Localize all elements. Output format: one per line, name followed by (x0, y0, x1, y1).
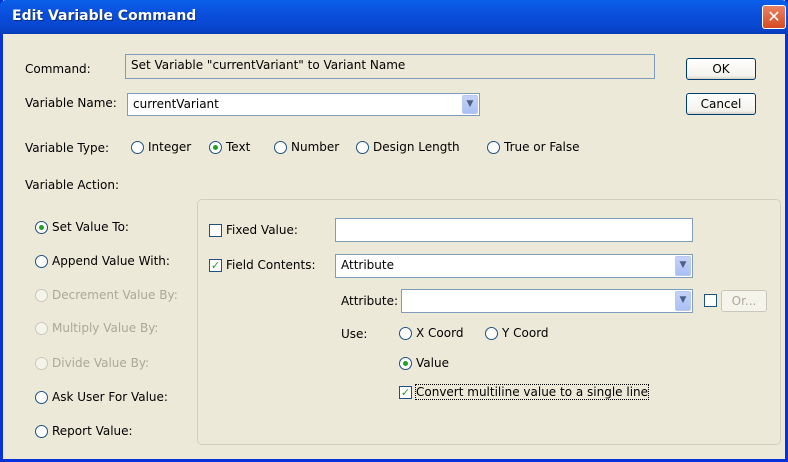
radio-divide-value: Divide Value By: (35, 356, 149, 370)
fixed-value-checkbox[interactable]: Fixed Value: (209, 223, 298, 237)
variable-type-label: Variable Type: (25, 141, 110, 155)
command-label: Command: (25, 62, 91, 76)
radio-value[interactable]: Value (399, 356, 449, 370)
convert-multiline-checkbox[interactable]: ✓ Convert multiline value to a single lin… (399, 384, 650, 400)
radio-x-coord[interactable]: X Coord (399, 326, 463, 340)
radio-multiply-value: Multiply Value By: (35, 321, 158, 335)
window-title: Edit Variable Command (12, 8, 197, 24)
checkmark-icon: ✓ (399, 385, 412, 399)
chevron-down-icon[interactable]: ▼ (675, 291, 691, 311)
edit-variable-dialog: Edit Variable Command ✕ Command: Set Var… (0, 0, 788, 462)
variable-name-value: currentVariant (133, 97, 219, 111)
variable-action-label: Variable Action: (25, 178, 120, 192)
radio-number[interactable]: Number (274, 140, 339, 154)
field-contents-select[interactable]: Attribute ▼ (335, 254, 693, 278)
ok-button[interactable]: OK (686, 58, 756, 80)
radio-true-or-false[interactable]: True or False (487, 140, 580, 154)
radio-text[interactable]: Text (209, 140, 250, 154)
title-bar[interactable]: Edit Variable Command ✕ (0, 0, 788, 34)
variable-name-combobox[interactable]: currentVariant ▼ (127, 93, 480, 116)
attribute-label: Attribute: (341, 294, 399, 308)
radio-report-value[interactable]: Report Value: (35, 424, 133, 438)
variable-name-label: Variable Name: (25, 96, 117, 110)
checkmark-icon: ✓ (209, 258, 222, 272)
chevron-down-icon[interactable]: ▼ (675, 256, 691, 276)
attribute-or-checkbox[interactable] (704, 294, 717, 307)
radio-design-length[interactable]: Design Length (356, 140, 460, 154)
cancel-button[interactable]: Cancel (686, 93, 756, 115)
or-button: Or... (721, 290, 767, 312)
chevron-down-icon[interactable]: ▼ (462, 95, 478, 114)
radio-append-value[interactable]: Append Value With: (35, 254, 170, 268)
radio-decrement-value: Decrement Value By: (35, 288, 178, 302)
use-label: Use: (341, 327, 368, 341)
field-contents-checkbox[interactable]: ✓ Field Contents: (209, 258, 316, 272)
command-field: Set Variable "currentVariant" to Variant… (125, 54, 655, 79)
radio-ask-user[interactable]: Ask User For Value: (35, 390, 168, 404)
attribute-select[interactable]: ▼ (401, 289, 693, 313)
fixed-value-input[interactable] (335, 218, 693, 242)
radio-integer[interactable]: Integer (131, 140, 191, 154)
radio-set-value[interactable]: Set Value To: (35, 220, 129, 234)
radio-y-coord[interactable]: Y Coord (485, 326, 549, 340)
close-icon[interactable]: ✕ (762, 5, 786, 29)
